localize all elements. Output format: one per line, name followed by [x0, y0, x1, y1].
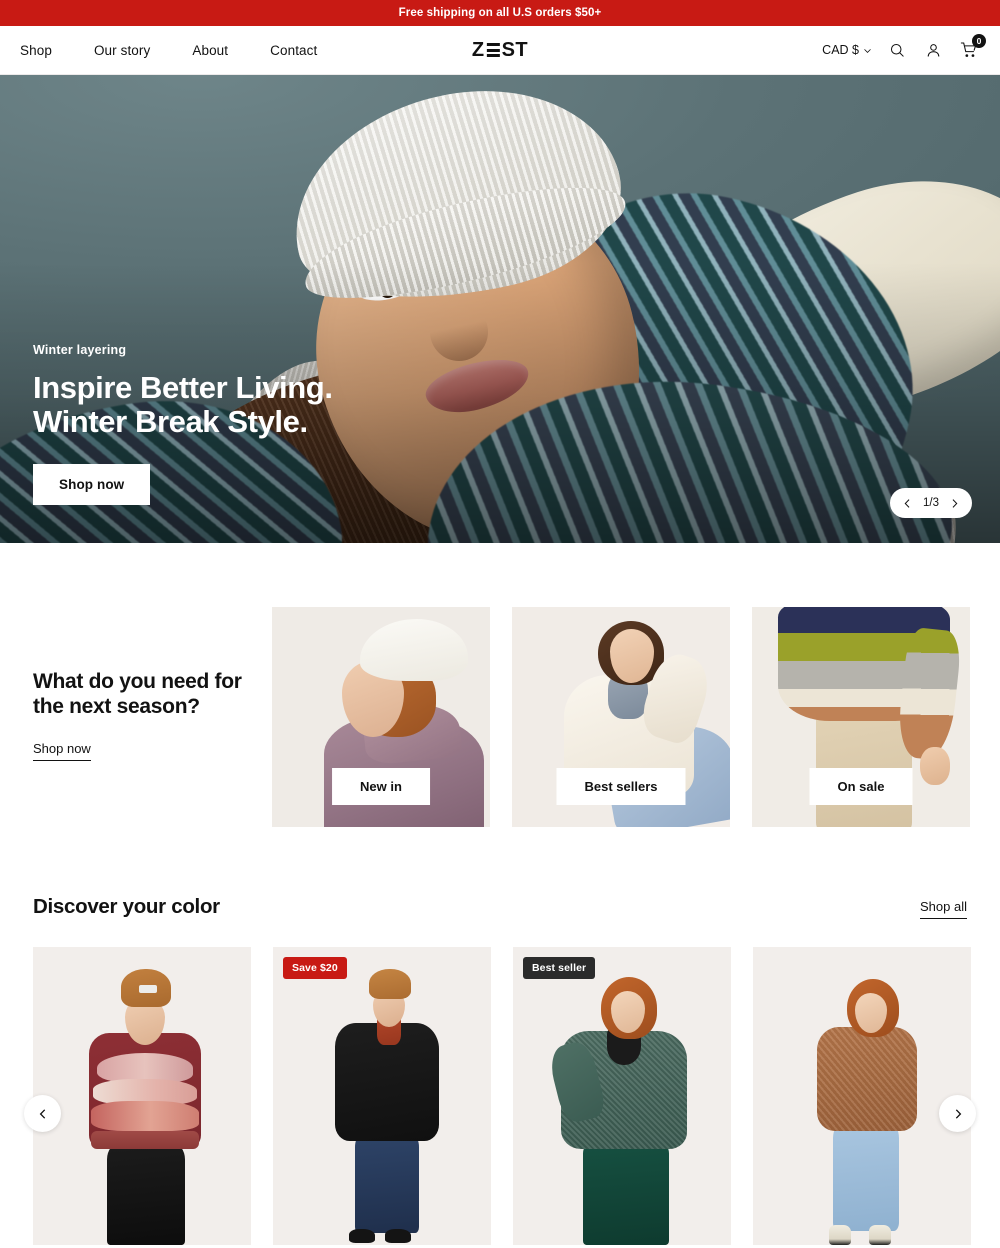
category-label-best-sellers: Best sellers — [556, 768, 686, 805]
hero-content: Winter layering Inspire Better Living. W… — [33, 343, 333, 505]
category-title: What do you need for the next season? — [33, 669, 272, 719]
product-track: Save $20 Best seller — [33, 947, 971, 1245]
product-card[interactable] — [753, 947, 971, 1245]
chevron-right-icon — [952, 1108, 964, 1120]
nav-item-contact[interactable]: Contact — [270, 43, 317, 58]
nav-item-our-story[interactable]: Our story — [94, 43, 150, 58]
homepage: Free shipping on all U.S orders $50+ Sho… — [0, 0, 1000, 1248]
product-card[interactable]: Save $20 — [273, 947, 491, 1245]
account-icon[interactable] — [922, 39, 944, 61]
category-section: What do you need for the next season? Sh… — [0, 543, 1000, 827]
hero-eyebrow: Winter layering — [33, 342, 127, 357]
header-actions: CAD $ 0 — [822, 34, 986, 61]
currency-label: CAD $ — [822, 43, 859, 57]
product-badge-best-seller: Best seller — [523, 957, 596, 979]
product-carousel-prev-button[interactable] — [24, 1095, 61, 1132]
announcement-bar: Free shipping on all U.S orders $50+ — [0, 0, 1000, 26]
category-shop-now-link[interactable]: Shop now — [33, 741, 91, 762]
category-title-line-1: What do you need for — [33, 670, 242, 693]
category-card-on-sale[interactable]: On sale — [752, 607, 970, 827]
nav-item-shop[interactable]: Shop — [20, 43, 52, 58]
product-section-header: Discover your color Shop all — [0, 827, 1000, 919]
hero-prev-icon[interactable] — [901, 497, 914, 510]
hero-banner: Winter layering Inspire Better Living. W… — [0, 75, 1000, 543]
logo-e-glyph-icon — [486, 43, 500, 57]
category-card-new-in[interactable]: New in — [272, 607, 490, 827]
cart-icon[interactable]: 0 — [958, 34, 986, 61]
category-title-line-2: the next season? — [33, 695, 200, 719]
hero-title: Inspire Better Living. Winter Break Styl… — [33, 369, 333, 440]
chevron-down-icon — [863, 46, 872, 55]
product-section: Discover your color Shop all Save $20 Be… — [0, 827, 1000, 1245]
product-carousel-next-button[interactable] — [939, 1095, 976, 1132]
hero-slide-count: 1/3 — [923, 497, 939, 509]
currency-selector[interactable]: CAD $ — [822, 43, 872, 57]
category-card-grid: New in Best sellers On sale — [272, 607, 970, 827]
category-label-on-sale: On sale — [809, 768, 913, 805]
announcement-text: Free shipping on all U.S orders $50+ — [398, 7, 602, 19]
hero-next-icon[interactable] — [948, 497, 961, 510]
category-copy: What do you need for the next season? Sh… — [33, 607, 272, 762]
logo-text-suffix: ST — [501, 38, 529, 61]
category-label-new-in: New in — [332, 768, 430, 805]
nav-item-about[interactable]: About — [192, 43, 228, 58]
product-section-title: Discover your color — [33, 895, 220, 918]
main-navigation: Shop Our story About Contact — [20, 43, 317, 58]
category-card-best-sellers[interactable]: Best sellers — [512, 607, 730, 827]
product-shop-all-link[interactable]: Shop all — [920, 899, 967, 919]
site-logo[interactable]: Z ST — [472, 39, 528, 62]
site-header: Shop Our story About Contact Z ST CAD $ — [0, 26, 1000, 75]
product-card[interactable]: Best seller — [513, 947, 731, 1245]
product-carousel: Save $20 Best seller — [0, 947, 1000, 1245]
hero-shop-now-button[interactable]: Shop now — [33, 464, 151, 505]
cart-count-badge: 0 — [972, 34, 986, 48]
hero-title-line-2: Winter Break Style. — [33, 404, 308, 440]
product-card[interactable] — [33, 947, 251, 1245]
chevron-left-icon — [37, 1108, 49, 1120]
hero-title-line-1: Inspire Better Living. — [33, 369, 333, 405]
product-badge-sale: Save $20 — [283, 957, 347, 979]
logo-text-prefix: Z — [471, 38, 485, 61]
hero-carousel-pager: 1/3 — [890, 488, 972, 518]
search-icon[interactable] — [886, 39, 908, 61]
